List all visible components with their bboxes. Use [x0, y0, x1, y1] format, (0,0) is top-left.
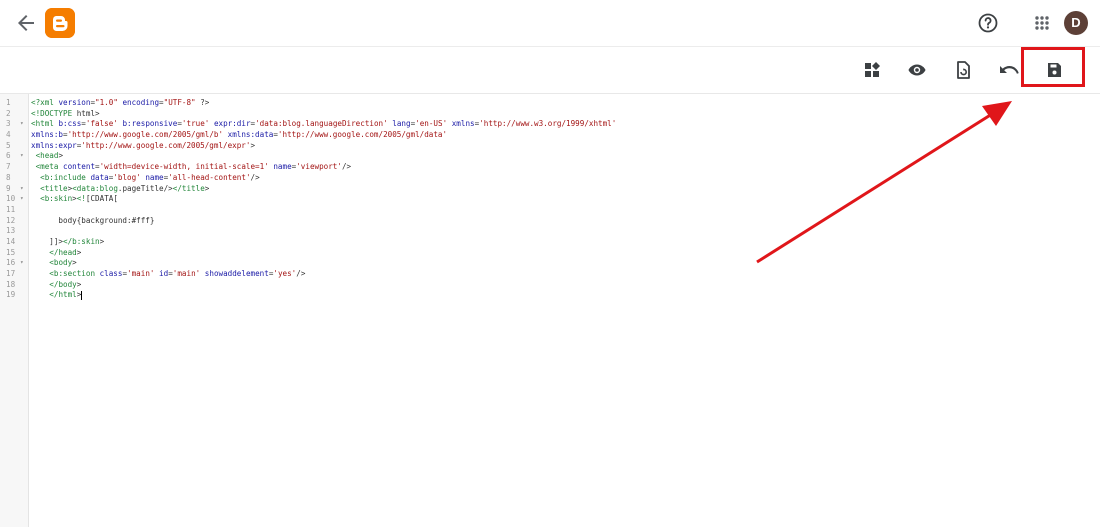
fold-marker-icon[interactable]: ▾ [20, 151, 24, 162]
code-line[interactable]: <b:section class='main' id='main' showad… [31, 269, 616, 280]
code-line[interactable]: </html> [31, 290, 616, 301]
code-line[interactable] [31, 226, 616, 237]
code-line[interactable]: <?xml version="1.0" encoding="UTF-8" ?> [31, 98, 616, 109]
code-line[interactable]: <b:include data='blog' name='all-head-co… [31, 173, 616, 184]
line-number: 4 [6, 130, 11, 140]
line-number-gutter: 1 2 3 ▾ 4 5 6 ▾ 7 8 9 ▾ 10 ▾ 11 12 13 14 15 16 ▾ 17 18 19 [0, 94, 29, 527]
code-line[interactable]: </head> [31, 248, 616, 259]
apps-grid-icon[interactable] [1030, 11, 1054, 35]
preview-eye-icon[interactable] [905, 58, 929, 82]
fold-marker-icon[interactable]: ▾ [20, 119, 24, 130]
line-number: 16 ▾ [6, 258, 24, 269]
line-number: 1 [6, 98, 11, 107]
widget-icon[interactable] [860, 58, 884, 82]
line-number: 15 [6, 247, 16, 257]
help-circle-icon[interactable] [976, 11, 1000, 35]
code-line[interactable]: ]]></b:skin> [31, 237, 616, 248]
save-highlight-box [1021, 47, 1085, 87]
code-line[interactable]: <meta content='width=device-width, initi… [31, 162, 616, 173]
editor-toolbar [0, 47, 1100, 93]
code-line[interactable]: <b:skin><![CDATA[ [31, 194, 616, 205]
line-number: 10 ▾ [6, 194, 24, 205]
line-number: 9 ▾ [6, 183, 24, 195]
code-line[interactable]: </body> [31, 280, 616, 291]
fold-marker-icon[interactable]: ▾ [20, 194, 24, 205]
fold-marker-icon[interactable]: ▾ [20, 258, 24, 269]
line-number: 19 [6, 290, 16, 300]
code-line[interactable]: xmlns:expr='http://www.google.com/2005/g… [31, 141, 616, 152]
text-cursor [81, 290, 83, 300]
fold-marker-icon[interactable]: ▾ [20, 184, 24, 195]
top-app-bar: D [0, 0, 1100, 47]
arrow-back-icon[interactable] [14, 11, 38, 35]
line-number: 5 [6, 140, 11, 150]
code-line[interactable]: <head> [31, 151, 616, 162]
code-line[interactable]: <title><data:blog.pageTitle/></title> [31, 184, 616, 195]
line-number: 8 [6, 172, 11, 182]
line-number: 6 ▾ [6, 151, 24, 162]
avatar[interactable]: D [1064, 11, 1088, 35]
line-number: 12 [6, 215, 16, 225]
line-number: 14 [6, 236, 16, 246]
line-number: 7 [6, 162, 11, 172]
code-content[interactable]: <?xml version="1.0" encoding="UTF-8" ?> <… [31, 98, 616, 301]
blogger-logo-icon[interactable] [45, 8, 75, 38]
line-number: 2 [6, 108, 11, 118]
code-line[interactable] [31, 205, 616, 216]
line-number: 3 ▾ [6, 119, 24, 130]
code-line[interactable]: <html b:css='false' b:responsive='true' … [31, 119, 616, 130]
undo-icon[interactable] [997, 58, 1021, 82]
format-document-icon[interactable] [951, 58, 975, 82]
code-line[interactable]: <!DOCTYPE html> [31, 109, 616, 120]
line-number: 11 [6, 204, 16, 214]
line-number: 18 [6, 279, 16, 289]
code-editor[interactable]: 1 2 3 ▾ 4 5 6 ▾ 7 8 9 ▾ 10 ▾ 11 12 13 14 15 16 ▾ 17 18 19 <?xml… [0, 93, 1100, 527]
code-line[interactable]: <body> [31, 258, 616, 269]
code-line[interactable]: xmlns:b='http://www.google.com/2005/gml/… [31, 130, 616, 141]
line-number: 17 [6, 269, 16, 278]
line-number: 13 [6, 226, 16, 236]
code-line[interactable]: body{background:#fff} [31, 216, 616, 227]
